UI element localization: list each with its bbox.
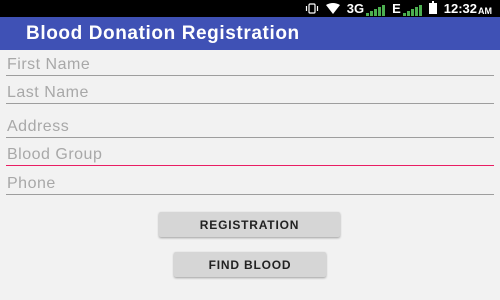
wifi-icon [325,3,340,14]
find-blood-button[interactable]: FIND BLOOD [174,252,326,277]
signal-strength-icon-secondary [402,5,422,16]
last-name-field[interactable] [6,82,494,104]
network-type-label-secondary: E [392,1,401,16]
clock: 12:32 AM [444,1,492,16]
address-field[interactable] [6,116,494,138]
vibrate-icon [305,3,319,14]
network-type-label: 3G [346,1,365,16]
blood-group-field[interactable] [6,144,494,166]
clock-ampm: AM [478,6,492,16]
signal-strength-icon [366,5,386,16]
registration-button[interactable]: REGISTRATION [159,212,340,237]
app-title: Blood Donation Registration [26,22,300,44]
phone-field[interactable] [6,173,494,195]
status-bar: 3G E 12:32 AM [0,0,500,17]
first-name-field[interactable] [6,54,494,76]
battery-icon [428,1,437,14]
app-bar: Blood Donation Registration [0,17,500,50]
clock-time: 12:32 [443,1,477,16]
